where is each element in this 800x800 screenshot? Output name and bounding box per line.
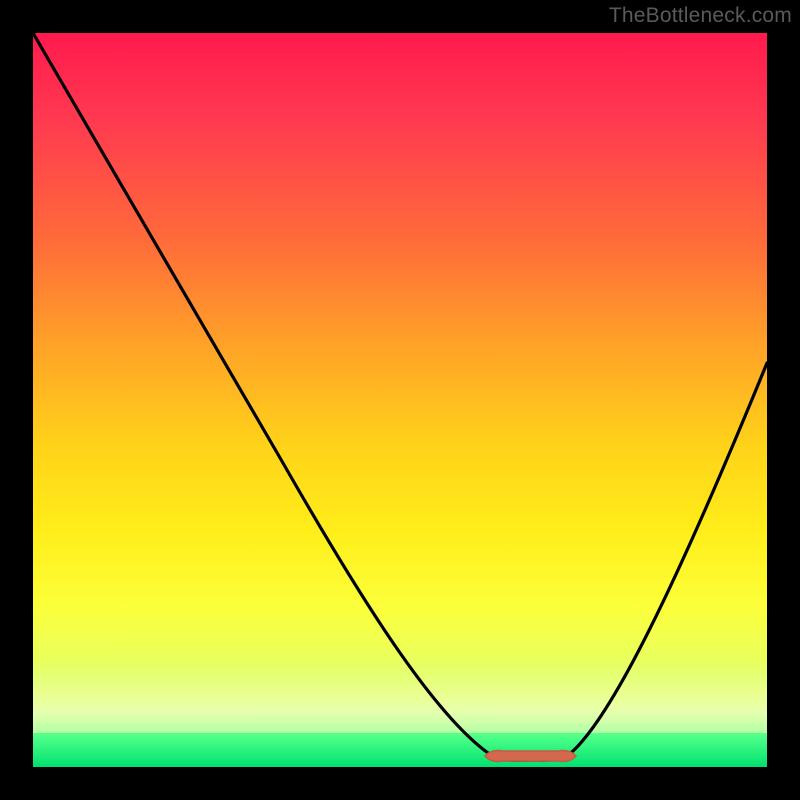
plot-area	[33, 33, 767, 767]
chart-frame: TheBottleneck.com	[0, 0, 800, 800]
highlight-band	[33, 663, 767, 733]
optimal-range-marker	[485, 751, 576, 762]
watermark-text: TheBottleneck.com	[609, 4, 792, 28]
bottleneck-curve	[33, 33, 767, 760]
curve-layer	[33, 33, 767, 767]
